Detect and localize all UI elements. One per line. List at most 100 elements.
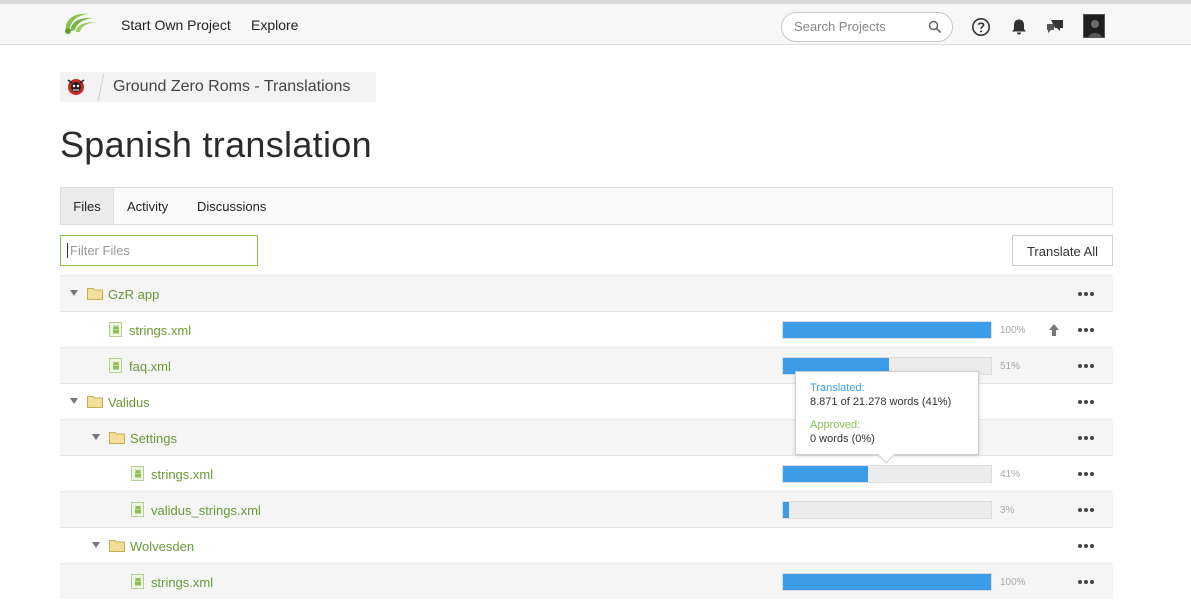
- more-options-icon[interactable]: [1078, 429, 1096, 445]
- dot: [1090, 472, 1094, 476]
- dot: [1090, 436, 1094, 440]
- progress-tooltip: Translated: 8.871 of 21.278 words (41%) …: [795, 371, 979, 464]
- folder-name[interactable]: Wolvesden: [130, 539, 194, 554]
- file-row[interactable]: strings.xml 41%: [60, 455, 1113, 491]
- breadcrumb-separator: [97, 72, 105, 102]
- more-options-icon[interactable]: [1078, 573, 1096, 589]
- messages-icon[interactable]: [1045, 17, 1065, 37]
- tooltip-approved-heading: Approved:: [810, 419, 861, 431]
- progress-fill: [783, 502, 790, 518]
- avatar-image: [1084, 15, 1104, 37]
- more-options-icon[interactable]: [1078, 501, 1096, 517]
- file-name[interactable]: strings.xml: [151, 467, 213, 482]
- bell-icon[interactable]: [1009, 17, 1029, 37]
- android-file-icon: [131, 574, 144, 589]
- dot: [1084, 580, 1088, 584]
- dot: [1084, 400, 1088, 404]
- dot: [1078, 508, 1082, 512]
- dot: [1078, 400, 1082, 404]
- dot: [1090, 328, 1094, 332]
- folder-icon: [109, 432, 125, 444]
- tooltip-translated-heading: Translated:: [810, 382, 865, 394]
- file-name[interactable]: strings.xml: [151, 575, 213, 590]
- tab-discussions[interactable]: Discussions: [197, 188, 266, 224]
- file-name[interactable]: validus_strings.xml: [151, 503, 261, 518]
- expand-caret-icon[interactable]: [92, 434, 100, 440]
- filter-files-box: [60, 235, 258, 266]
- top-navbar: Start Own Project Explore: [0, 0, 1191, 45]
- file-name[interactable]: strings.xml: [129, 323, 191, 338]
- progress-percent: 41%: [1000, 469, 1021, 480]
- progress-fill: [783, 574, 991, 590]
- folder-icon: [87, 396, 103, 408]
- dot: [1084, 364, 1088, 368]
- expand-caret-icon[interactable]: [92, 542, 100, 548]
- dot: [1084, 508, 1088, 512]
- progress-percent: 3%: [1000, 505, 1015, 516]
- android-file-icon: [131, 502, 144, 517]
- dot: [1084, 544, 1088, 548]
- progress-fill: [783, 466, 869, 482]
- expand-caret-icon[interactable]: [70, 290, 78, 296]
- user-avatar[interactable]: [1083, 14, 1105, 38]
- folder-icon: [109, 540, 125, 552]
- more-options-icon[interactable]: [1078, 537, 1096, 553]
- folder-row[interactable]: GzR app: [60, 275, 1113, 311]
- page-title: Spanish translation: [60, 124, 372, 165]
- dot: [1084, 436, 1088, 440]
- translation-progress-bar[interactable]: [782, 321, 992, 339]
- tooltip-translated-value: 8.871 of 21.278 words (41%): [810, 396, 952, 408]
- translation-progress-bar[interactable]: [782, 501, 992, 519]
- tab-activity[interactable]: Activity: [127, 188, 168, 224]
- search-icon[interactable]: [928, 20, 942, 34]
- more-options-icon[interactable]: [1078, 321, 1096, 337]
- upload-arrow-icon[interactable]: [1048, 323, 1060, 337]
- translate-all-button[interactable]: Translate All: [1012, 235, 1113, 266]
- translation-progress-bar[interactable]: [782, 573, 992, 591]
- dot: [1078, 328, 1082, 332]
- progress-percent: 100%: [1000, 577, 1026, 588]
- folder-name[interactable]: Validus: [108, 395, 150, 410]
- dot: [1078, 364, 1082, 368]
- dot: [1090, 292, 1094, 296]
- dot: [1078, 472, 1082, 476]
- file-name[interactable]: faq.xml: [129, 359, 171, 374]
- expand-caret-icon[interactable]: [70, 398, 78, 404]
- search-input[interactable]: [794, 19, 924, 34]
- progress-percent: 51%: [1000, 361, 1021, 372]
- more-options-icon[interactable]: [1078, 357, 1096, 373]
- file-row[interactable]: strings.xml 100%: [60, 311, 1113, 347]
- dot: [1078, 436, 1082, 440]
- more-options-icon[interactable]: [1078, 285, 1096, 301]
- file-row[interactable]: strings.xml 100%: [60, 563, 1113, 599]
- dot: [1090, 544, 1094, 548]
- android-file-icon: [131, 466, 144, 481]
- crowdin-logo-icon[interactable]: [60, 10, 98, 36]
- folder-name[interactable]: GzR app: [108, 287, 159, 302]
- translation-progress-bar[interactable]: [782, 465, 992, 483]
- file-row[interactable]: validus_strings.xml 3%: [60, 491, 1113, 527]
- more-options-icon[interactable]: [1078, 465, 1096, 481]
- explore-link[interactable]: Explore: [251, 17, 298, 33]
- more-options-icon[interactable]: [1078, 393, 1096, 409]
- search-box: [781, 12, 953, 42]
- project-avatar-icon[interactable]: [64, 76, 88, 98]
- dot: [1084, 472, 1088, 476]
- folder-name[interactable]: Settings: [130, 431, 177, 446]
- start-own-project-link[interactable]: Start Own Project: [121, 17, 231, 33]
- dot: [1090, 508, 1094, 512]
- android-file-icon: [109, 358, 122, 373]
- progress-percent: 100%: [1000, 325, 1026, 336]
- progress-fill: [783, 322, 991, 338]
- breadcrumb-project-link[interactable]: Ground Zero Roms - Translations: [113, 78, 350, 96]
- filter-files-input[interactable]: [67, 243, 247, 258]
- help-icon[interactable]: [971, 17, 991, 37]
- folder-row[interactable]: Wolvesden: [60, 527, 1113, 563]
- dot: [1084, 328, 1088, 332]
- breadcrumb: Ground Zero Roms - Translations: [60, 72, 376, 102]
- tab-bar: Files Activity Discussions: [60, 187, 1113, 225]
- dot: [1078, 580, 1082, 584]
- dot: [1090, 364, 1094, 368]
- dot: [1090, 400, 1094, 404]
- tab-files[interactable]: Files: [61, 188, 114, 224]
